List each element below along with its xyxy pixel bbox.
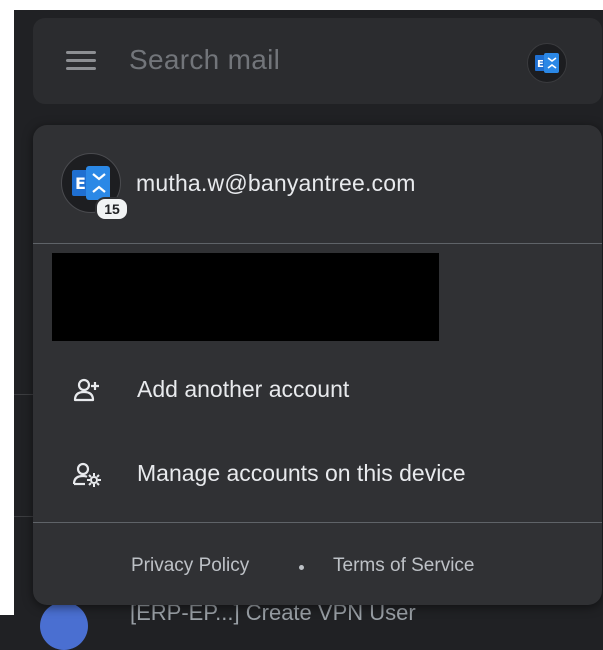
terms-of-service-link[interactable]: Terms of Service bbox=[333, 555, 474, 577]
add-person-icon bbox=[73, 378, 99, 402]
section-divider bbox=[33, 243, 602, 244]
dialog-footer: Privacy Policy Terms of Service bbox=[33, 535, 602, 605]
left-edge bbox=[0, 0, 14, 615]
manage-accounts-icon bbox=[73, 462, 101, 487]
unread-count-badge: 15 bbox=[95, 197, 129, 221]
search-bar[interactable]: Search mail E bbox=[33, 18, 602, 104]
redacted-region bbox=[52, 253, 439, 341]
hamburger-menu-icon[interactable] bbox=[66, 49, 96, 73]
manage-accounts-label: Manage accounts on this device bbox=[137, 460, 466, 486]
account-switcher-dialog: E 15 mutha.w@banyantree.com Add another … bbox=[33, 125, 602, 605]
exchange-icon: E bbox=[72, 166, 110, 200]
account-avatar-button[interactable]: E bbox=[527, 43, 567, 83]
privacy-policy-link[interactable]: Privacy Policy bbox=[131, 555, 249, 577]
list-item-avatar bbox=[40, 602, 88, 650]
add-account-label: Add another account bbox=[137, 376, 350, 402]
search-input[interactable]: Search mail bbox=[129, 44, 280, 76]
footer-divider bbox=[33, 522, 602, 523]
footer-separator-dot bbox=[299, 565, 304, 570]
exchange-icon: E bbox=[535, 53, 559, 73]
manage-accounts-button[interactable]: Manage accounts on this device bbox=[33, 444, 602, 504]
add-account-button[interactable]: Add another account bbox=[33, 360, 602, 420]
account-email: mutha.w@banyantree.com bbox=[136, 170, 416, 196]
svg-text:E: E bbox=[75, 174, 86, 193]
svg-text:E: E bbox=[537, 59, 544, 70]
top-edge bbox=[0, 0, 603, 10]
